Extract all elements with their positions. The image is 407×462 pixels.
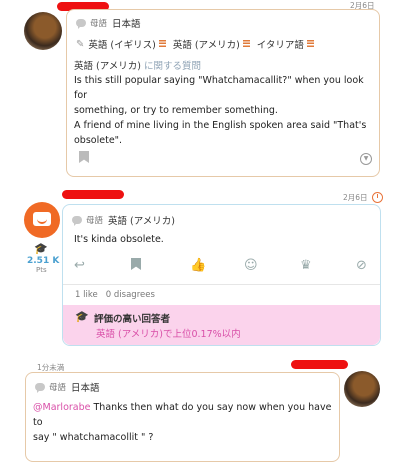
bookmark-icon[interactable]	[131, 258, 141, 274]
question-line: obsolete".	[74, 135, 123, 146]
native-label: 母語	[49, 383, 67, 393]
level-icon	[242, 40, 250, 48]
graduation-cap-icon: 🎓	[75, 310, 89, 323]
native-label: 母語	[90, 19, 108, 29]
avatar-face-icon	[33, 212, 51, 226]
disagrees-text: 0 disagrees	[105, 290, 155, 300]
crown-icon[interactable]: ♛	[300, 258, 312, 273]
answer-action-bar: ↩ 👍 ☺ ♛ ⊘	[63, 250, 380, 282]
block-icon[interactable]: ⊘	[356, 258, 367, 273]
redacted-username	[291, 360, 348, 369]
reply-line: @Marlorabe Thanks then what do you say n…	[33, 400, 339, 430]
bookmark-icon[interactable]	[79, 151, 89, 163]
native-lang: 日本語	[112, 19, 141, 30]
reply-line: say " whatchamacollit " ?	[33, 432, 154, 443]
graduation-cap-icon: 🎓	[34, 242, 48, 255]
speech-bubble-icon	[76, 19, 86, 29]
answer-native-row: 母語 英語 (アメリカ)	[72, 213, 175, 227]
page: 2月6日 母語 日本語 ✎ 英語 (イギリス) 英語 (アメリカ) イタリア語 …	[0, 0, 407, 462]
question-line: Is this still popular saying "Whatchamac…	[74, 75, 364, 101]
pencil-icon: ✎	[76, 38, 85, 50]
speech-bubble-icon	[35, 383, 45, 393]
native-lang-row: 母語 日本語	[76, 16, 141, 30]
reply-avatar[interactable]	[344, 371, 380, 407]
question-card: 母語 日本語 ✎ 英語 (イギリス) 英語 (アメリカ) イタリア語 英語 (ア…	[66, 9, 380, 177]
question-heading: 英語 (アメリカ) に関する質問	[74, 58, 201, 72]
level-icon	[158, 40, 166, 48]
divider	[63, 284, 380, 285]
question-body: Is this still popular saying "Whatchamac…	[74, 73, 379, 148]
top-answerer-badge: 🎓 評価の高い回答者 英語 (アメリカ)で上位0.17%以内	[63, 305, 380, 345]
reply-text: @Marlorabe Thanks then what do you say n…	[33, 400, 339, 445]
heading-lang[interactable]: 英語 (アメリカ)	[74, 61, 141, 72]
question-avatar[interactable]	[24, 12, 62, 50]
learning-lang: 英語 (アメリカ)	[172, 40, 240, 51]
learning-lang: イタリア語	[256, 40, 304, 51]
reply-card: 母語 日本語 @Marlorabe Thanks then what do yo…	[25, 372, 340, 462]
likes-count[interactable]: 1 like 0 disagrees	[75, 290, 155, 300]
top-answer-title: 評価の高い回答者	[94, 314, 171, 325]
emoji-icon[interactable]: ☺	[244, 258, 258, 273]
answer-avatar[interactable]	[24, 202, 60, 238]
answer-text: It's kinda obsolete.	[74, 234, 164, 245]
level-icon	[306, 40, 314, 48]
native-lang: 日本語	[71, 383, 100, 394]
speech-bubble-icon	[72, 216, 82, 226]
clock-icon	[372, 192, 383, 203]
reply-native-row: 母語 日本語	[35, 380, 100, 394]
points-value: 2.51 K	[27, 256, 60, 266]
redacted-username	[62, 190, 124, 199]
question-line: something, or try to remember something.	[74, 105, 278, 116]
top-answer-subtitle: 英語 (アメリカ)で上位0.17%以内	[96, 329, 241, 340]
answer-date: 2月6日	[343, 193, 368, 202]
thumbs-up-icon[interactable]: 👍	[190, 258, 206, 273]
question-line: A friend of mine living in the English s…	[74, 120, 367, 131]
learning-lang-row: ✎ 英語 (イギリス) 英語 (アメリカ) イタリア語	[76, 37, 321, 51]
likes-text: 1 like	[75, 290, 98, 300]
mention-link[interactable]: @Marlorabe	[33, 402, 90, 413]
learning-lang: 英語 (イギリス)	[88, 40, 156, 51]
native-label: 母語	[86, 216, 104, 226]
reply-icon[interactable]: ↩	[74, 258, 85, 273]
chevron-down-circle-icon[interactable]: ▼	[360, 153, 372, 165]
points-label: Pts	[36, 266, 47, 274]
native-lang: 英語 (アメリカ)	[108, 216, 175, 227]
heading-rest: に関する質問	[144, 61, 202, 72]
